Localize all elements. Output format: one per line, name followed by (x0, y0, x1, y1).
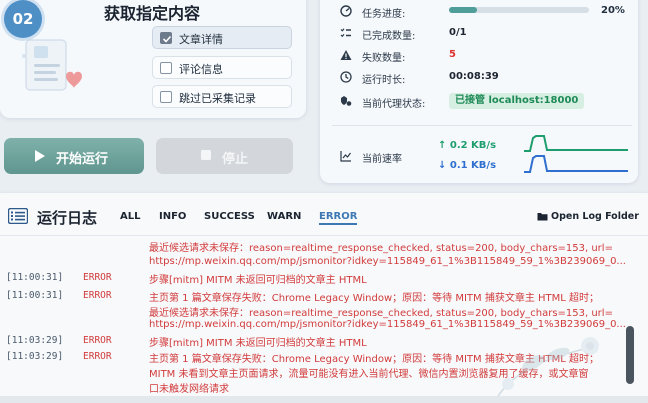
checkbox-icon[interactable] (160, 62, 172, 74)
list-icon (8, 208, 28, 224)
step-number-badge: 02 (4, 0, 42, 38)
stop-button-label: 停止 (222, 152, 249, 167)
divider (332, 125, 632, 126)
tab-success[interactable]: SUCCESS (204, 211, 255, 222)
bottom-bar (0, 396, 648, 403)
option-article-details[interactable]: 文章详情 (152, 26, 292, 49)
tab-info[interactable]: INFO (159, 211, 186, 222)
log-message: https://mp.weixin.qq.com/mp/jsmonitor?id… (149, 256, 626, 267)
option-label: 评论信息 (179, 63, 223, 76)
speed-sparkline (524, 135, 628, 173)
runtime-label: 运行时长: (362, 75, 406, 86)
stop-button[interactable]: 停止 (156, 138, 293, 174)
completed-label: 已完成数量: (362, 31, 416, 42)
progress-value: 20% (601, 5, 625, 16)
progress-bar (449, 7, 589, 13)
start-button-label: 开始运行 (56, 152, 109, 167)
open-log-folder-label: Open Log Folder (551, 211, 639, 222)
checkbox-icon[interactable] (160, 91, 172, 103)
log-scrollbar[interactable] (626, 326, 634, 384)
tab-warn[interactable]: WARN (267, 211, 301, 222)
completed-value: 0/1 (449, 27, 467, 38)
gauge-icon (340, 5, 352, 17)
log-level: ERROR (83, 351, 112, 362)
section-title: 获取指定内容 (104, 4, 201, 23)
proxy-status-badge: 已接管 localhost:18000 (449, 93, 585, 109)
option-label: 跳过已采集记录 (179, 92, 256, 105)
log-title: 运行日志 (37, 209, 98, 227)
log-level: ERROR (83, 290, 112, 301)
line-chart-icon (340, 151, 351, 162)
option-label: 文章详情 (179, 33, 223, 46)
option-comments[interactable]: 评论信息 (152, 56, 292, 79)
play-icon (35, 150, 45, 162)
log-timestamp: [11:00:31] (6, 290, 64, 301)
start-button[interactable]: 开始运行 (4, 138, 144, 174)
failed-label: 失败数量: (362, 53, 406, 64)
log-message: 主页第 1 篇文章保存失败：Chrome Legacy Window；原因：等待… (149, 293, 600, 304)
divider (0, 235, 648, 236)
document-illustration-icon (22, 39, 82, 91)
log-timestamp: [11:03:29] (6, 335, 64, 346)
progress-bar-fill (449, 7, 477, 13)
failed-value: 5 (449, 49, 456, 60)
log-message: 步骤[mitm] MITM 未返回可归档的文章主 HTML (149, 338, 367, 349)
proxy-shield-icon (341, 96, 352, 106)
tab-error[interactable]: ERROR (319, 211, 358, 225)
stop-icon (201, 150, 211, 160)
progress-label: 任务进度: (362, 9, 406, 20)
clock-icon (340, 71, 352, 83)
upload-speed: ↑ 0.2 KB/s (438, 140, 497, 151)
log-level: ERROR (83, 272, 112, 283)
option-skip-collected[interactable]: 跳过已采集记录 (152, 85, 292, 108)
floral-watermark-icon (497, 337, 599, 397)
download-sparkline (524, 155, 628, 173)
folder-icon (537, 213, 548, 221)
download-speed: ↓ 0.1 KB/s (438, 160, 497, 171)
tab-all[interactable]: ALL (120, 211, 140, 222)
log-message: 最近候选请求未保存：reason=realtime_response_check… (149, 243, 613, 254)
log-message: 步骤[mitm] MITM 未返回可归档的文章主 HTML (149, 275, 367, 286)
warning-icon (340, 50, 352, 60)
runtime-value: 00:08:39 (449, 71, 499, 82)
checklist-icon (340, 28, 351, 38)
upload-sparkline (524, 135, 628, 152)
log-timestamp: [11:03:29] (6, 351, 64, 362)
checkbox-checked-icon[interactable] (160, 32, 172, 44)
log-message: 最近候选请求未保存：reason=realtime_response_check… (149, 308, 613, 319)
log-message: 口未触发网络请求 (149, 384, 229, 395)
speed-label: 当前速率 (362, 154, 402, 165)
log-timestamp: [11:00:31] (6, 272, 64, 283)
log-level: ERROR (83, 335, 112, 346)
proxy-label: 当前代理状态: (362, 99, 426, 110)
